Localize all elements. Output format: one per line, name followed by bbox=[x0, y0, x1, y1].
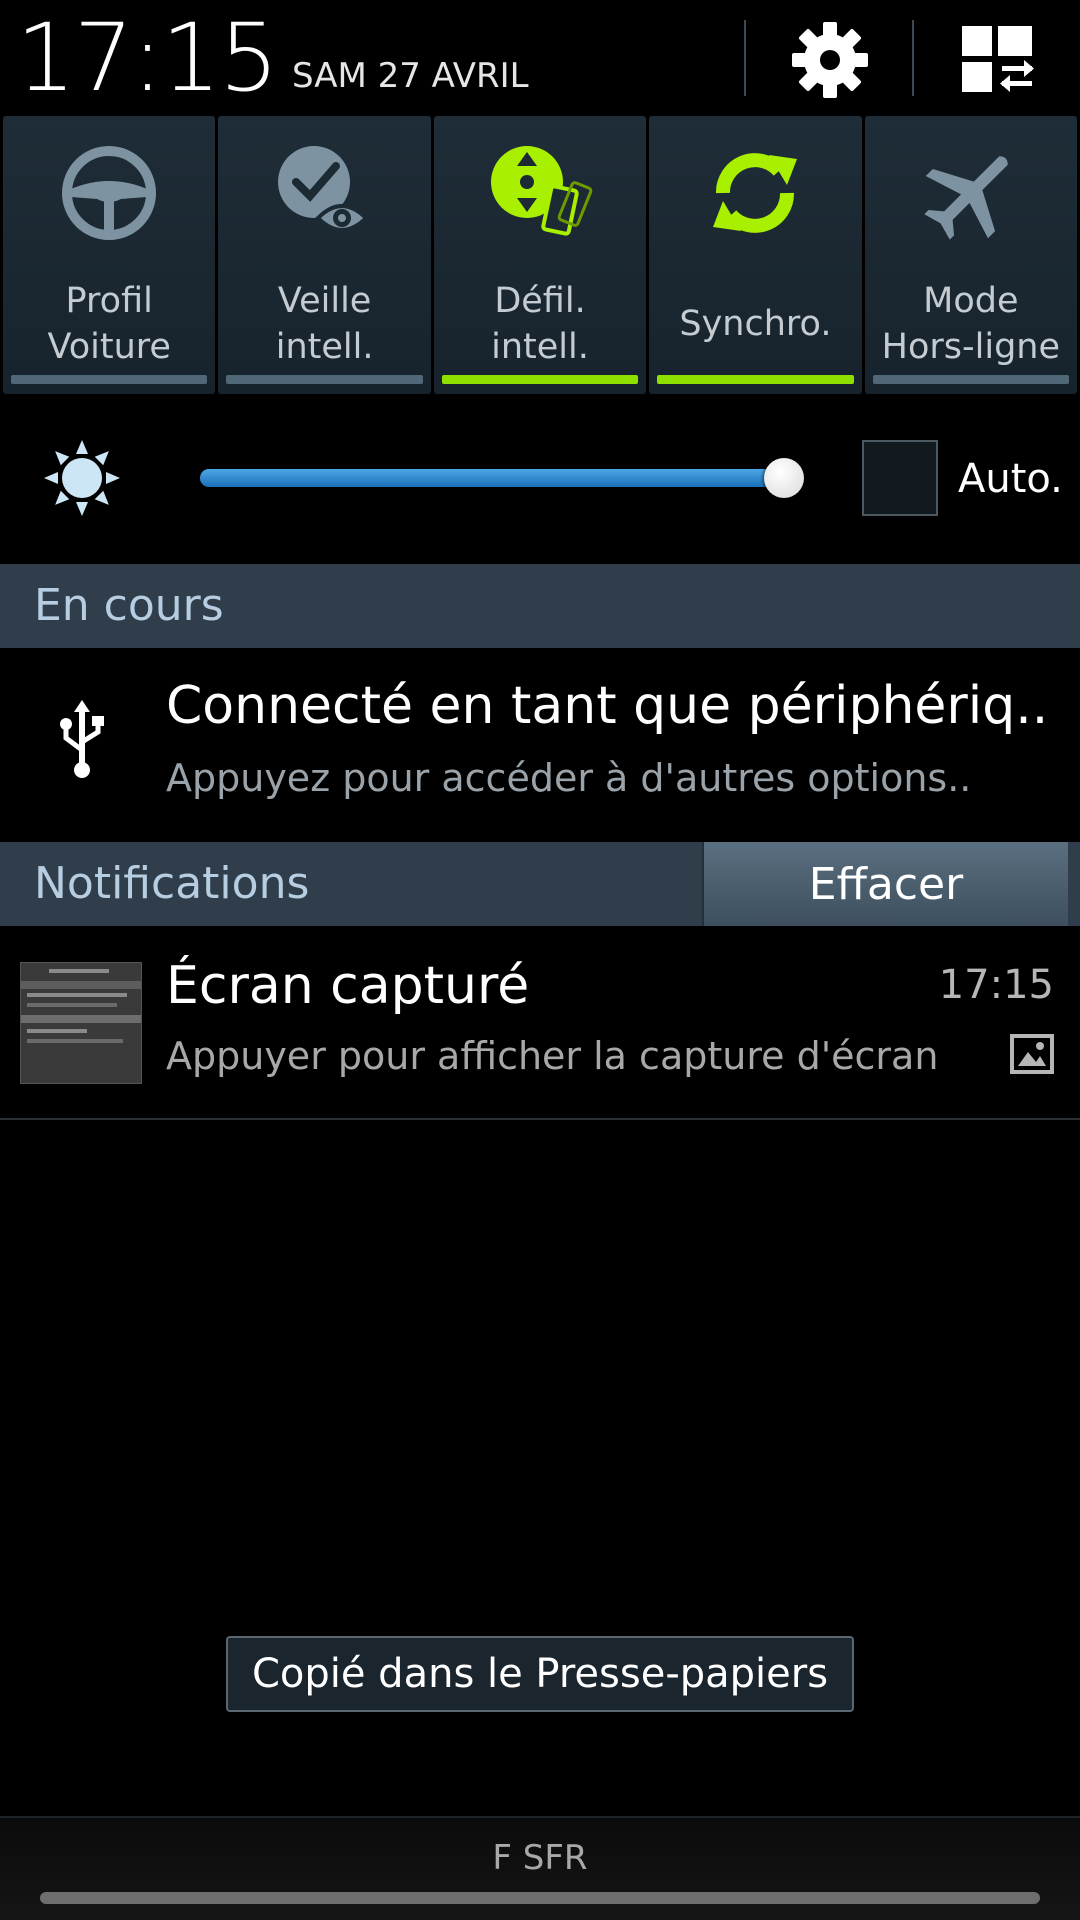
header-divider bbox=[744, 20, 746, 96]
brightness-slider[interactable] bbox=[200, 469, 802, 487]
notifications-section-header: Notifications Effacer bbox=[0, 842, 1080, 926]
notification-time: 17:15 bbox=[938, 962, 1054, 1008]
auto-brightness-checkbox[interactable] bbox=[862, 440, 938, 516]
smart-stay-icon bbox=[277, 146, 369, 232]
header-divider bbox=[912, 20, 914, 96]
toggle-label: Veille intell. bbox=[275, 281, 374, 367]
clock: 17:15 bbox=[16, 4, 279, 113]
screenshot-notification-title: Écran capturé bbox=[166, 956, 530, 1016]
section-title: Notifications bbox=[34, 858, 310, 909]
quick-settings-edit-button[interactable] bbox=[948, 14, 1048, 106]
toggle-label: Profil Voiture bbox=[47, 281, 171, 367]
quick-toggles: Profil Voiture Veille intell. Défil. int… bbox=[0, 116, 1080, 394]
screenshot-notification[interactable] bbox=[0, 926, 1080, 1118]
toggle-indicator bbox=[226, 375, 423, 384]
divider bbox=[0, 1118, 1080, 1120]
gear-icon bbox=[792, 22, 868, 98]
toggle-indicator bbox=[441, 375, 639, 384]
clear-button[interactable]: Effacer bbox=[702, 842, 1068, 926]
settings-button[interactable] bbox=[780, 14, 880, 106]
brightness-sun-icon bbox=[44, 440, 120, 520]
usb-notification-subtitle: Appuyez pour accéder à d'autres options.… bbox=[166, 756, 972, 800]
carrier-label: F SFR bbox=[492, 1838, 588, 1878]
ongoing-section-header: En cours bbox=[0, 564, 1080, 648]
toggle-label: Défil. intell. bbox=[491, 281, 589, 367]
date-label: SAM 27 AVRIL bbox=[292, 56, 529, 96]
steering-wheel-icon bbox=[62, 146, 157, 240]
usb-notification-title: Connecté en tant que périphériq.. bbox=[166, 676, 1049, 736]
screenshot-notification-subtitle: Appuyer pour afficher la capture d'écran bbox=[166, 1034, 939, 1078]
section-title: En cours bbox=[34, 580, 224, 631]
sync-icon bbox=[713, 153, 798, 233]
toggle-sync[interactable]: Synchro. bbox=[649, 116, 862, 394]
image-icon bbox=[1010, 1034, 1054, 1078]
screenshot-thumbnail bbox=[20, 962, 142, 1084]
brightness-slider-fill bbox=[200, 469, 784, 487]
smart-scroll-icon bbox=[491, 146, 593, 236]
toggle-smart-scroll[interactable]: Défil. intell. bbox=[433, 116, 647, 394]
toggle-airplane-mode[interactable]: Mode Hors-ligne bbox=[864, 116, 1078, 394]
quick-settings-edit-icon bbox=[962, 26, 1034, 92]
auto-brightness-label: Auto. bbox=[958, 456, 1063, 502]
toast-message: Copié dans le Presse-papiers bbox=[226, 1636, 854, 1712]
toggle-smart-stay[interactable]: Veille intell. bbox=[218, 116, 431, 394]
panel-drag-handle[interactable] bbox=[40, 1892, 1040, 1904]
toggle-label: Synchro. bbox=[679, 304, 832, 344]
usb-icon bbox=[58, 700, 106, 784]
status-header: 17:15 SAM 27 AVRIL bbox=[0, 0, 1080, 116]
toggle-indicator bbox=[872, 375, 1070, 384]
toggle-indicator bbox=[657, 375, 854, 384]
toggle-label: Mode Hors-ligne bbox=[881, 281, 1061, 367]
toggle-car-mode[interactable]: Profil Voiture bbox=[3, 116, 216, 394]
toggle-indicator bbox=[11, 375, 208, 384]
airplane-icon bbox=[924, 156, 1008, 240]
brightness-slider-thumb[interactable] bbox=[763, 458, 804, 498]
